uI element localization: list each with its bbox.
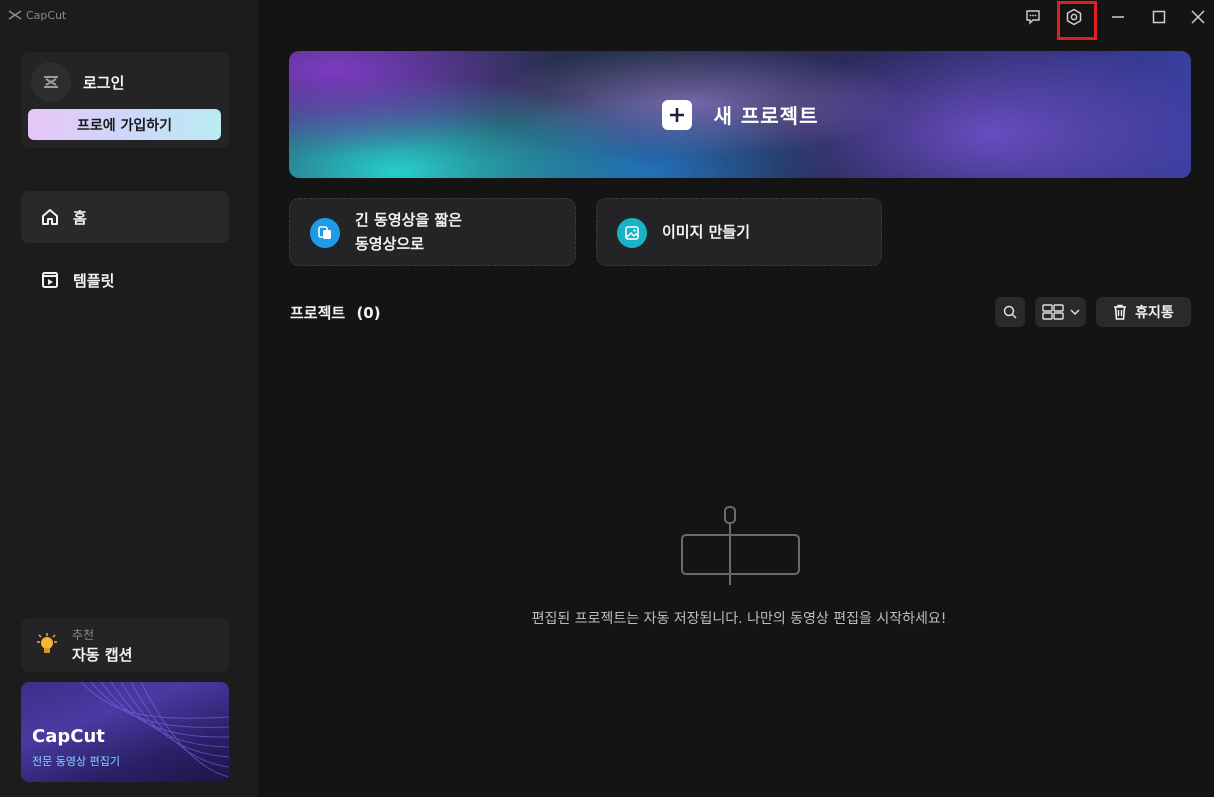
sidebar-item-label: 템플릿 <box>73 271 115 290</box>
window-controls <box>0 0 1214 34</box>
login-card: 로그인 프로에 가입하기 <box>21 52 229 148</box>
long-to-short-label: 긴 동영상을 짧은 동영상으로 <box>355 208 462 256</box>
image-create-card[interactable]: 이미지 만들기 <box>596 198 882 266</box>
search-icon <box>1003 305 1017 319</box>
new-project-label: 새 프로젝트 <box>713 104 819 128</box>
promo-title: CapCut <box>32 726 105 747</box>
capcut-avatar-icon <box>44 76 58 88</box>
sidebar: CapCut 로그인 프로에 가입하기 홈 템플릿 추천 자동 캡션 CapCu… <box>0 0 258 797</box>
image-create-icon <box>617 218 647 248</box>
projects-header: 프로젝트 (0) <box>290 302 381 323</box>
settings-button[interactable] <box>1059 4 1089 30</box>
login-link[interactable]: 로그인 <box>83 72 124 93</box>
maximize-button[interactable] <box>1144 4 1174 30</box>
trash-label: 휴지통 <box>1135 305 1174 321</box>
long-to-short-line1: 긴 동영상을 짧은 <box>355 211 463 229</box>
plus-icon <box>661 99 692 130</box>
projects-count: (0) <box>356 304 381 322</box>
long-to-short-line2: 동영상으로 <box>355 235 425 253</box>
avatar[interactable] <box>31 62 71 102</box>
search-button[interactable] <box>995 297 1025 327</box>
minimize-button[interactable] <box>1103 4 1133 30</box>
empty-projects-message: 편집된 프로젝트는 자동 저장됩니다. 나만의 동영상 편집을 시작하세요! <box>531 611 947 627</box>
chevron-down-icon <box>1069 309 1080 316</box>
pro-subscribe-button[interactable]: 프로에 가입하기 <box>28 109 221 140</box>
long-to-short-card[interactable]: 긴 동영상을 짧은 동영상으로 <box>289 198 576 266</box>
sidebar-item-label: 홈 <box>73 208 87 227</box>
promo-subtitle: 전문 동영상 편집기 <box>32 755 120 768</box>
new-project-button[interactable]: 새 프로젝트 <box>289 51 1191 178</box>
recommend-label: 추천 <box>72 628 95 642</box>
minimize-icon <box>1112 16 1124 18</box>
sidebar-item-templates[interactable]: 템플릿 <box>21 254 229 306</box>
trash-button[interactable]: 휴지통 <box>1096 297 1191 327</box>
template-icon <box>42 272 58 288</box>
home-icon <box>42 209 58 225</box>
empty-projects-icon <box>681 506 800 585</box>
view-mode-dropdown[interactable] <box>1035 297 1086 327</box>
promo-banner[interactable]: CapCut 전문 동영상 편집기 <box>21 682 229 782</box>
recommend-title: 자동 캡션 <box>72 646 133 664</box>
image-create-label: 이미지 만들기 <box>662 223 751 241</box>
feedback-button[interactable] <box>1018 4 1048 30</box>
sidebar-item-home[interactable]: 홈 <box>21 191 229 243</box>
close-icon <box>1191 10 1205 24</box>
settings-icon <box>1066 8 1082 26</box>
maximize-icon <box>1152 10 1166 24</box>
long-to-short-icon <box>310 218 340 248</box>
close-button[interactable] <box>1183 4 1213 30</box>
grid-view-icon <box>1041 304 1064 320</box>
projects-label: 프로젝트 <box>290 304 346 322</box>
feedback-icon <box>1026 10 1040 25</box>
trash-icon <box>1114 304 1127 320</box>
lightbulb-icon <box>37 633 57 653</box>
